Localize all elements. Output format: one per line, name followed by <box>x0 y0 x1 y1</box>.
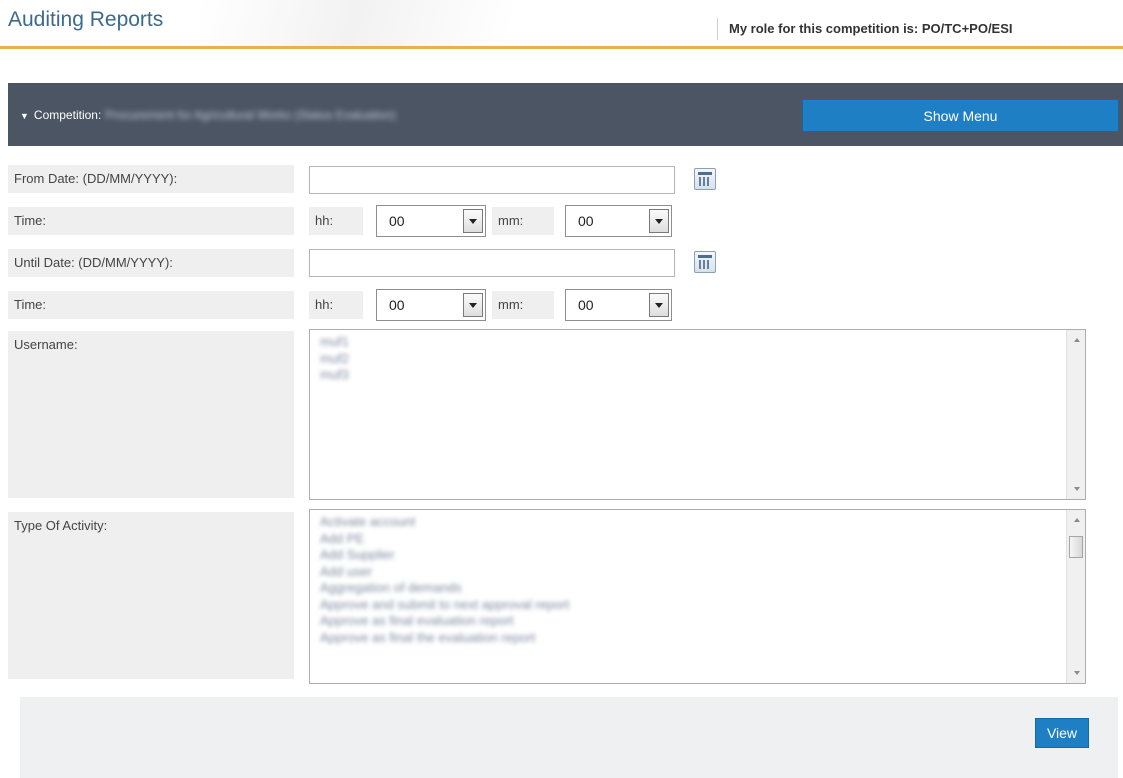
from-hh-value: 00 <box>389 213 405 229</box>
scroll-down-icon[interactable] <box>1074 671 1080 675</box>
until-hh-value: 00 <box>389 297 405 313</box>
dropdown-arrow-icon <box>463 293 483 317</box>
list-item[interactable]: Add user <box>320 564 720 581</box>
show-menu-button[interactable]: Show Menu <box>802 99 1119 132</box>
until-time-label: Time: <box>8 291 294 319</box>
until-hh-select[interactable]: 00 <box>376 289 486 321</box>
until-date-label: Until Date: (DD/MM/YYYY): <box>8 249 294 277</box>
activity-label: Type Of Activity: <box>8 512 294 679</box>
competition-name: Procurement for Agricultural Works (Stat… <box>105 108 396 122</box>
header-shade <box>200 0 720 46</box>
username-scrollbar[interactable] <box>1066 330 1085 499</box>
calendar-icon[interactable] <box>694 168 716 190</box>
list-item[interactable]: muf2 <box>320 351 1075 368</box>
username-label: Username: <box>8 331 294 498</box>
title-divider <box>0 46 1123 49</box>
until-date-input[interactable] <box>309 249 675 277</box>
from-mm-value: 00 <box>578 213 594 229</box>
list-item[interactable]: Add PE <box>320 531 720 548</box>
activity-listbox[interactable]: Activate account Add PE Add Supplier Add… <box>309 509 1086 684</box>
from-date-label: From Date: (DD/MM/YYYY): <box>8 165 294 193</box>
calendar-icon[interactable] <box>694 251 716 273</box>
username-options: muf1 muf2 muf3 <box>310 330 1085 388</box>
activity-options: Activate account Add PE Add Supplier Add… <box>310 510 730 650</box>
competition-bar: ▼ Competition: Procurement for Agricultura… <box>8 83 1123 146</box>
until-mm-value: 00 <box>578 297 594 313</box>
from-date-input[interactable] <box>309 166 675 194</box>
dropdown-arrow-icon <box>463 209 483 233</box>
list-item[interactable]: muf3 <box>320 367 1075 384</box>
list-item[interactable]: muf1 <box>320 334 1075 351</box>
until-mm-label: mm: <box>492 291 554 319</box>
competition-toggle[interactable]: ▼ Competition: Procurement for Agricultura… <box>20 108 396 122</box>
list-item[interactable]: Approve as final the evaluation report <box>320 630 720 647</box>
list-item[interactable]: Approve and submit to next approval repo… <box>320 597 720 614</box>
dropdown-arrow-icon <box>649 209 669 233</box>
list-item[interactable]: Add Supplier <box>320 547 720 564</box>
until-hh-label: hh: <box>309 291 363 319</box>
username-listbox[interactable]: muf1 muf2 muf3 <box>309 329 1086 500</box>
form-footer: View <box>20 697 1118 778</box>
from-mm-label: mm: <box>492 207 554 235</box>
dropdown-arrow-icon <box>649 293 669 317</box>
scroll-thumb[interactable] <box>1069 536 1083 558</box>
list-item[interactable]: Aggregation of demands <box>320 580 720 597</box>
competition-label: Competition: <box>33 108 102 122</box>
scroll-down-icon[interactable] <box>1074 487 1080 491</box>
until-mm-select[interactable]: 00 <box>565 289 672 321</box>
scroll-up-icon[interactable] <box>1074 338 1080 342</box>
view-button[interactable]: View <box>1035 718 1089 748</box>
list-item[interactable]: Approve as final evaluation report <box>320 613 720 630</box>
from-time-label: Time: <box>8 207 294 235</box>
scroll-up-icon[interactable] <box>1074 518 1080 522</box>
auditing-form: From Date: (DD/MM/YYYY): Time: hh: 00 mm… <box>8 146 1120 690</box>
chevron-down-icon: ▼ <box>20 111 29 121</box>
from-hh-label: hh: <box>309 207 363 235</box>
from-mm-select[interactable]: 00 <box>565 205 672 237</box>
list-item[interactable]: Activate account <box>320 514 720 531</box>
page-title: Auditing Reports <box>8 8 164 31</box>
role-text: My role for this competition is: PO/TC+P… <box>717 18 1013 40</box>
activity-scrollbar[interactable] <box>1066 510 1085 683</box>
from-hh-select[interactable]: 00 <box>376 205 486 237</box>
